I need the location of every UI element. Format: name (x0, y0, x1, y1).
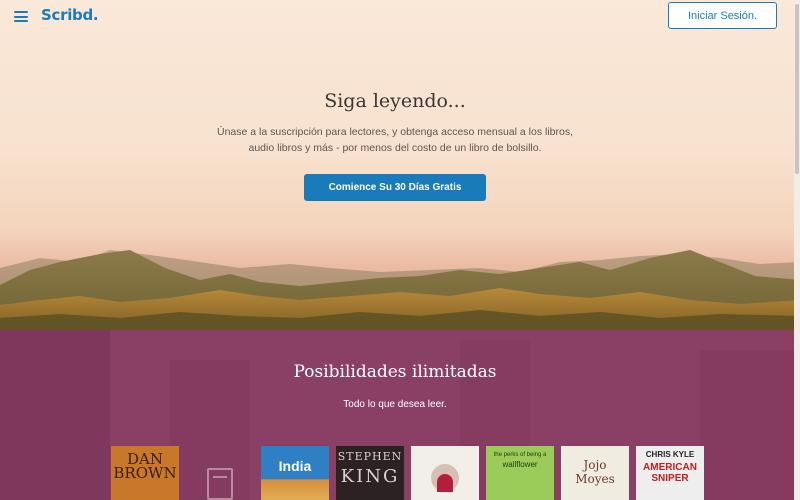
mountain-landscape-illustration (0, 250, 800, 330)
book-cover[interactable] (411, 446, 479, 500)
hero-subtitle-line-1: Únase a la suscripción para lectores, y … (216, 126, 574, 138)
book-cover[interactable]: CHRIS KYLE AMERICAN SNIPER (636, 446, 704, 500)
book-title-line-1: India (278, 458, 312, 474)
section-subtitle: Todo lo que desea leer. (343, 399, 447, 410)
book-title-line-2: Moyes (575, 472, 615, 486)
section-title: Posibilidades ilimitadas (293, 362, 497, 382)
book-title-line-2: AMERICAN SNIPER (643, 462, 697, 484)
book-cover[interactable]: DAN BROWN (111, 446, 179, 500)
scribd-logo[interactable]: Scribd. (41, 6, 99, 24)
hero-title: Siga leyendo... (324, 90, 466, 112)
book-title-line-2: wallflower (502, 460, 538, 469)
book-cover[interactable]: Jojo Moyes (561, 446, 629, 500)
menu-icon[interactable] (14, 11, 28, 22)
page-scrollbar[interactable] (794, 0, 800, 500)
book-title-line-1: Jojo (583, 458, 607, 472)
book-portrait-scarf (437, 474, 453, 492)
hero-subtitle-line-2: audio libros y más - por menos del costo… (248, 142, 542, 154)
login-button[interactable]: Iniciar Sesión. (668, 2, 777, 29)
scrollbar-thumb[interactable] (795, 4, 799, 174)
background-building (0, 330, 110, 500)
book-title-line-1: CHRIS KYLE (645, 450, 695, 459)
hero-banner: Siga leyendo... Únase a la suscripción p… (0, 0, 800, 330)
book-cover[interactable]: the perks of being a wallflower (486, 446, 554, 500)
unlimited-section: Posibilidades ilimitadas Todo lo que des… (0, 330, 800, 500)
book-cover[interactable]: STEPHEN KING (336, 446, 404, 500)
start-free-trial-button[interactable]: Comience Su 30 Días Gratis (304, 174, 486, 201)
top-header: Scribd. Iniciar Sesión. (0, 0, 800, 32)
book-title-line-2: KING (340, 466, 400, 487)
hero-subtitle: Únase a la suscripción para lectores, y … (195, 124, 595, 156)
book-title-line-1: the perks of being a (493, 452, 547, 458)
document-icon (207, 468, 233, 500)
book-title-line-1: STEPHEN (337, 450, 403, 463)
book-title-line-2: BROWN (113, 464, 177, 482)
book-cover[interactable]: India (261, 446, 329, 500)
